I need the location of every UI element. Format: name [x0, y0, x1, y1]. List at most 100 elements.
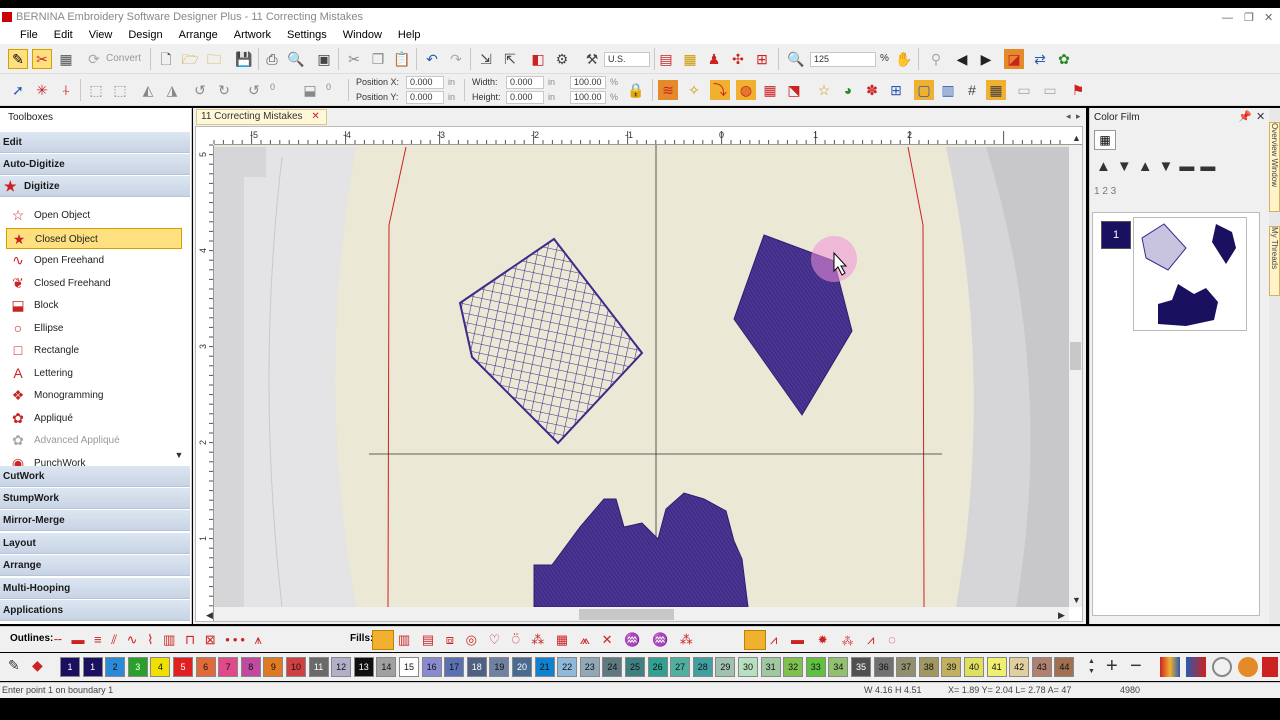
thread-swatch[interactable]: 28: [692, 657, 713, 677]
thread-swatch[interactable]: 42: [1009, 657, 1030, 677]
tools-icon[interactable]: ⚒: [582, 49, 602, 69]
thread-swatch[interactable]: 21: [534, 657, 555, 677]
star-shape-icon[interactable]: ☆: [814, 80, 834, 100]
tool-closed-freehand[interactable]: ❦ Closed Freehand: [6, 273, 182, 294]
zoom-input[interactable]: 125: [810, 52, 876, 67]
thread-swatch[interactable]: 27: [670, 657, 691, 677]
minimize-button[interactable]: —: [1222, 9, 1233, 26]
rotate-right-icon[interactable]: ↻: [214, 80, 234, 100]
color-film-table-icon[interactable]: ▦: [1094, 130, 1116, 150]
color-film-thumbnail[interactable]: [1133, 217, 1247, 331]
toolbox-auto-digitize[interactable]: Auto-Digitize: [0, 154, 190, 175]
reshape-icon[interactable]: ⍭: [56, 80, 76, 100]
toolbox-applications[interactable]: Applications: [0, 600, 190, 621]
thread-swatch[interactable]: 36: [873, 657, 894, 677]
hoop-icon[interactable]: ▢: [914, 80, 934, 100]
stitch-mode-icon[interactable]: ✂: [32, 49, 52, 69]
thread-swatch[interactable]: 14: [376, 657, 397, 677]
show-objects-icon[interactable]: ✣: [728, 49, 748, 69]
fill-type-selected-icon[interactable]: [372, 630, 394, 650]
sewing-icon[interactable]: ✽: [862, 80, 882, 100]
tool-monogramming[interactable]: ❖ Monogramming: [6, 385, 182, 406]
palette-more-icon[interactable]: [1262, 657, 1278, 677]
export-machine-icon[interactable]: ▣: [314, 49, 334, 69]
thread-swatch[interactable]: 39: [941, 657, 962, 677]
colorwheel-icon[interactable]: ◧: [528, 49, 548, 69]
convert-icon[interactable]: ⟳: [84, 49, 104, 69]
add-color-icon[interactable]: +: [1106, 655, 1118, 677]
position-x-input[interactable]: 0.000: [406, 76, 444, 89]
bernina-icon[interactable]: ✿: [1054, 49, 1074, 69]
thread-swatch[interactable]: 1: [60, 657, 80, 677]
rotate-value[interactable]: 0: [270, 82, 275, 92]
tool-open-object[interactable]: ☆ Open Object: [6, 205, 182, 226]
tool-advanced-applique[interactable]: ✿ Advanced Appliqué: [6, 430, 182, 451]
thread-swatch[interactable]: 3: [127, 657, 148, 677]
print-icon[interactable]: ⎙: [262, 49, 282, 69]
thread-swatch[interactable]: 31: [760, 657, 781, 677]
undo-icon[interactable]: ↶: [422, 49, 442, 69]
previous-icon[interactable]: ◀: [952, 49, 972, 69]
color-film-item-number[interactable]: 1: [1101, 221, 1131, 249]
menu-view[interactable]: View: [81, 26, 121, 44]
close-panel-icon[interactable]: ✕: [1256, 110, 1265, 123]
height-input[interactable]: 0.000: [506, 91, 544, 104]
vertical-scrollbar[interactable]: [1069, 145, 1083, 607]
thread-swatch[interactable]: 4: [150, 657, 171, 677]
menu-arrange[interactable]: Arrange: [171, 26, 226, 44]
thread-swatch[interactable]: 1: [82, 657, 103, 677]
import-design-icon[interactable]: ⇲: [476, 49, 496, 69]
overview-window-tab[interactable]: Overview Window: [1269, 122, 1280, 212]
tool-block[interactable]: ⬓ Block: [6, 295, 182, 316]
color-blend-icon[interactable]: ◕: [838, 80, 858, 100]
design-mode-icon[interactable]: ✎: [8, 49, 28, 69]
save-icon[interactable]: 💾: [234, 49, 254, 69]
scale-width-input[interactable]: 100.00: [570, 76, 606, 89]
thread-chart-icon[interactable]: [1160, 657, 1180, 677]
thread-swatch[interactable]: 30: [738, 657, 758, 677]
mirror-vertical-icon[interactable]: ◮: [162, 80, 182, 100]
scroll-right-icon[interactable]: ▶: [1058, 610, 1065, 620]
thread-swatch[interactable]: 25: [625, 657, 645, 677]
spool-icon[interactable]: [1212, 657, 1232, 677]
toolbox-multi-hooping[interactable]: Multi-Hooping: [0, 578, 190, 599]
thread-swatch[interactable]: 37: [896, 657, 917, 677]
thread-swatch[interactable]: 43: [1031, 657, 1052, 677]
document-tab[interactable]: 11 Correcting Mistakes ✕: [196, 109, 327, 125]
rotate-angle-icon[interactable]: ↺: [244, 80, 264, 100]
show-stitches-icon[interactable]: ♟: [704, 49, 724, 69]
scroll-up-icon[interactable]: ▲: [1072, 133, 1081, 143]
settings-gear-icon[interactable]: ⚙: [552, 49, 572, 69]
menu-edit[interactable]: Edit: [46, 26, 81, 44]
thread-swatch[interactable]: 20: [512, 657, 532, 677]
thread-swatch[interactable]: 44: [1054, 657, 1075, 677]
show-grid-icon[interactable]: ▦: [680, 49, 700, 69]
print-preview-icon[interactable]: 🔍: [286, 49, 306, 69]
select-object-icon[interactable]: ➚: [8, 80, 28, 100]
scroll-down-icon[interactable]: ▼: [1072, 595, 1081, 605]
toolbox-stumpwork[interactable]: StumpWork: [0, 488, 190, 509]
tab-scroll-left-icon[interactable]: ◂: [1066, 111, 1071, 122]
tool-open-freehand[interactable]: ∿ Open Freehand: [6, 250, 182, 271]
grid-icon[interactable]: ⊞: [886, 80, 906, 100]
menu-file[interactable]: File: [12, 26, 46, 44]
tool-lettering[interactable]: A Lettering: [6, 363, 182, 384]
tool-rectangle[interactable]: □ Rectangle: [6, 340, 182, 361]
rotate-left-icon[interactable]: ↺: [190, 80, 210, 100]
open-file-icon[interactable]: 🗁: [180, 49, 200, 69]
mirror-horizontal-icon[interactable]: ◭: [138, 80, 158, 100]
design-canvas[interactable]: -5 -4 -3 -2 -1 0 1 2 5 4 3 2 1 ▲ ▼ ◀ ▶: [195, 126, 1083, 622]
open-recent-icon[interactable]: 🗀: [204, 49, 224, 69]
toolbox-scroll-down-icon[interactable]: ▼: [172, 448, 186, 462]
menu-artwork[interactable]: Artwork: [226, 26, 279, 44]
sequence-arrows-icon[interactable]: ▲▼▲▼▬▬: [1096, 158, 1221, 175]
close-button[interactable]: ✕: [1264, 9, 1273, 26]
thread-swatch[interactable]: 9: [263, 657, 284, 677]
thread-swatch[interactable]: 8: [240, 657, 261, 677]
thread-swatch[interactable]: 16: [421, 657, 442, 677]
toolbox-arrange[interactable]: Arrange: [0, 555, 190, 576]
toolbox-edit[interactable]: Edit: [0, 132, 190, 153]
maximize-button[interactable]: ❐: [1244, 9, 1254, 26]
skew-icon[interactable]: ⬓: [300, 80, 320, 100]
color-wheel-icon[interactable]: [1186, 657, 1206, 677]
